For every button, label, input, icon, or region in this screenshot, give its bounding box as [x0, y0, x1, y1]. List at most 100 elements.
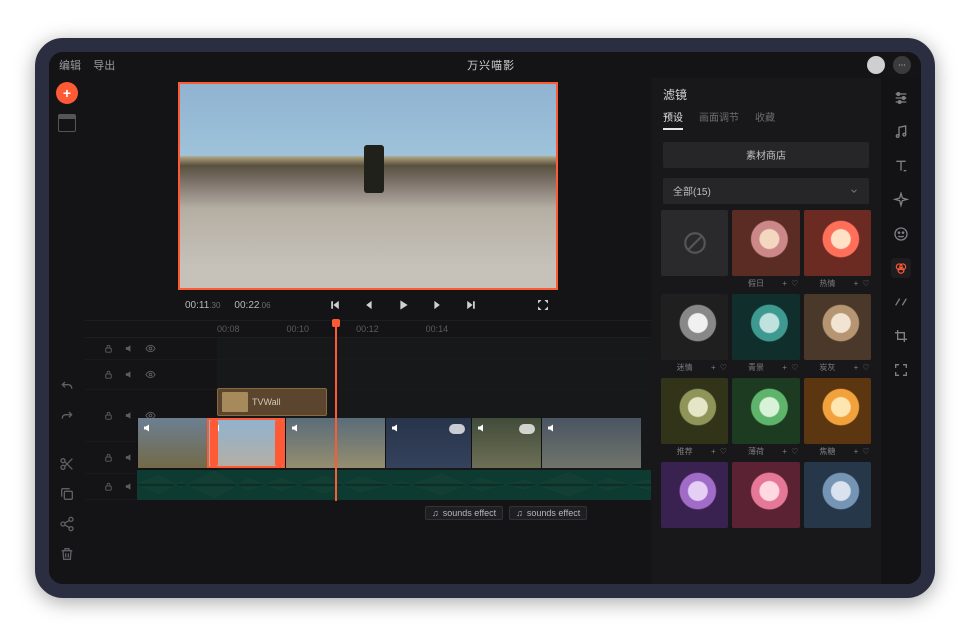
lock-icon[interactable]: [103, 369, 114, 380]
tab-preset[interactable]: 预设: [663, 109, 683, 130]
video-clip[interactable]: [471, 418, 541, 468]
export-menu[interactable]: 导出: [93, 60, 115, 72]
lock-icon[interactable]: [103, 410, 114, 421]
chevron-down-icon: [849, 186, 859, 196]
transition-pill[interactable]: [449, 424, 465, 434]
clip-audio-icon: [290, 422, 302, 434]
filter-item[interactable]: [732, 462, 799, 542]
mute-icon[interactable]: [124, 343, 135, 354]
cut-icon[interactable]: [57, 454, 77, 474]
filter-item[interactable]: 炭灰+♡: [804, 294, 871, 374]
clip-audio-icon: [546, 422, 558, 434]
crop-icon[interactable]: [891, 326, 911, 346]
current-time: 00:11.30: [185, 299, 220, 311]
sticker-icon[interactable]: [891, 224, 911, 244]
clip-audio-icon: [390, 422, 402, 434]
heart-icon[interactable]: ♡: [718, 363, 728, 372]
share-icon[interactable]: [57, 514, 77, 534]
add-icon[interactable]: +: [851, 279, 861, 288]
filter-item[interactable]: [804, 462, 871, 542]
asset-store-button[interactable]: 素材商店: [663, 142, 869, 168]
overlay-clip-name: TVWall: [252, 397, 281, 407]
filter-category-dropdown[interactable]: 全部(15): [663, 178, 869, 204]
heart-icon[interactable]: ♡: [718, 447, 728, 456]
timeline-ruler[interactable]: 00:08 00:10 00:12 00:14: [85, 320, 651, 338]
filter-item[interactable]: 热情+♡: [804, 210, 871, 290]
video-clip[interactable]: [385, 418, 471, 468]
add-icon[interactable]: +: [780, 363, 790, 372]
tab-adjust[interactable]: 画面调节: [699, 109, 739, 130]
undo-icon[interactable]: [57, 376, 77, 396]
sound-effect-clip[interactable]: ♫ sounds effect: [509, 506, 587, 520]
filter-item[interactable]: 薄荷+♡: [732, 378, 799, 458]
chat-icon[interactable]: [893, 56, 911, 74]
filter-item[interactable]: 焦糖+♡: [804, 378, 871, 458]
filter-item[interactable]: [661, 462, 728, 542]
sound-effect-clip[interactable]: ♫ sounds effect: [425, 506, 503, 520]
mute-icon[interactable]: [124, 410, 135, 421]
video-clip[interactable]: [541, 418, 641, 468]
panel-title: 滤镜: [651, 78, 881, 109]
heart-icon[interactable]: ♡: [790, 447, 800, 456]
overlay-clip-thumb: [222, 392, 248, 412]
redo-icon[interactable]: [57, 406, 77, 426]
filter-item[interactable]: 青景+♡: [732, 294, 799, 374]
heart-icon[interactable]: ♡: [861, 447, 871, 456]
effects-icon[interactable]: [891, 190, 911, 210]
mute-icon[interactable]: [124, 452, 135, 463]
visibility-icon[interactable]: [145, 343, 156, 354]
text-icon[interactable]: [891, 156, 911, 176]
prev-frame-icon[interactable]: [361, 297, 377, 313]
skip-end-icon[interactable]: [463, 297, 479, 313]
add-icon[interactable]: +: [708, 363, 718, 372]
timeline-tracks: TVWall: [85, 338, 651, 584]
trim-handle-right[interactable]: [275, 420, 283, 466]
mute-icon[interactable]: [124, 369, 135, 380]
filter-item[interactable]: 推荐+♡: [661, 378, 728, 458]
overlay-clip[interactable]: TVWall: [217, 388, 327, 416]
heart-icon[interactable]: ♡: [861, 363, 871, 372]
lock-icon[interactable]: [103, 343, 114, 354]
media-library-button[interactable]: [58, 114, 76, 132]
fullscreen-panel-icon[interactable]: [891, 360, 911, 380]
lock-icon[interactable]: [103, 481, 114, 492]
heart-icon[interactable]: ♡: [790, 363, 800, 372]
tab-favorite[interactable]: 收藏: [755, 109, 775, 130]
visibility-icon[interactable]: [145, 369, 156, 380]
transition-pill[interactable]: [519, 424, 535, 434]
add-icon[interactable]: +: [780, 447, 790, 456]
video-clip[interactable]: [137, 418, 207, 468]
next-frame-icon[interactable]: [429, 297, 445, 313]
video-preview[interactable]: [178, 82, 558, 290]
music-icon[interactable]: [891, 122, 911, 142]
filter-item[interactable]: 假日+♡: [732, 210, 799, 290]
heart-icon[interactable]: ♡: [861, 279, 871, 288]
video-clip-selected[interactable]: [207, 418, 285, 468]
profile-icon[interactable]: [867, 56, 885, 74]
video-track-clips: [137, 418, 651, 468]
delete-icon[interactable]: [57, 544, 77, 564]
skip-start-icon[interactable]: [327, 297, 343, 313]
clip-audio-icon: [476, 422, 488, 434]
filters-panel: 滤镜 预设 画面调节 收藏 素材商店 全部(15): [651, 78, 881, 584]
play-icon[interactable]: [395, 297, 411, 313]
fullscreen-icon[interactable]: [535, 297, 551, 313]
total-time: 00:22.06: [234, 299, 270, 311]
copy-icon[interactable]: [57, 484, 77, 504]
trim-handle-left[interactable]: [210, 420, 218, 466]
add-icon[interactable]: +: [851, 363, 861, 372]
transition-icon[interactable]: [891, 292, 911, 312]
add-icon[interactable]: +: [851, 447, 861, 456]
filters-icon[interactable]: [891, 258, 911, 278]
lock-icon[interactable]: [103, 452, 114, 463]
add-icon[interactable]: +: [780, 279, 790, 288]
playhead[interactable]: [335, 321, 337, 501]
edit-menu[interactable]: 编辑: [59, 60, 81, 72]
heart-icon[interactable]: ♡: [790, 279, 800, 288]
add-media-button[interactable]: +: [56, 82, 78, 104]
mute-icon[interactable]: [124, 481, 135, 492]
filter-none[interactable]: [661, 210, 728, 290]
settings-icon[interactable]: [891, 88, 911, 108]
add-icon[interactable]: +: [708, 447, 718, 456]
filter-item[interactable]: 迷情+♡: [661, 294, 728, 374]
